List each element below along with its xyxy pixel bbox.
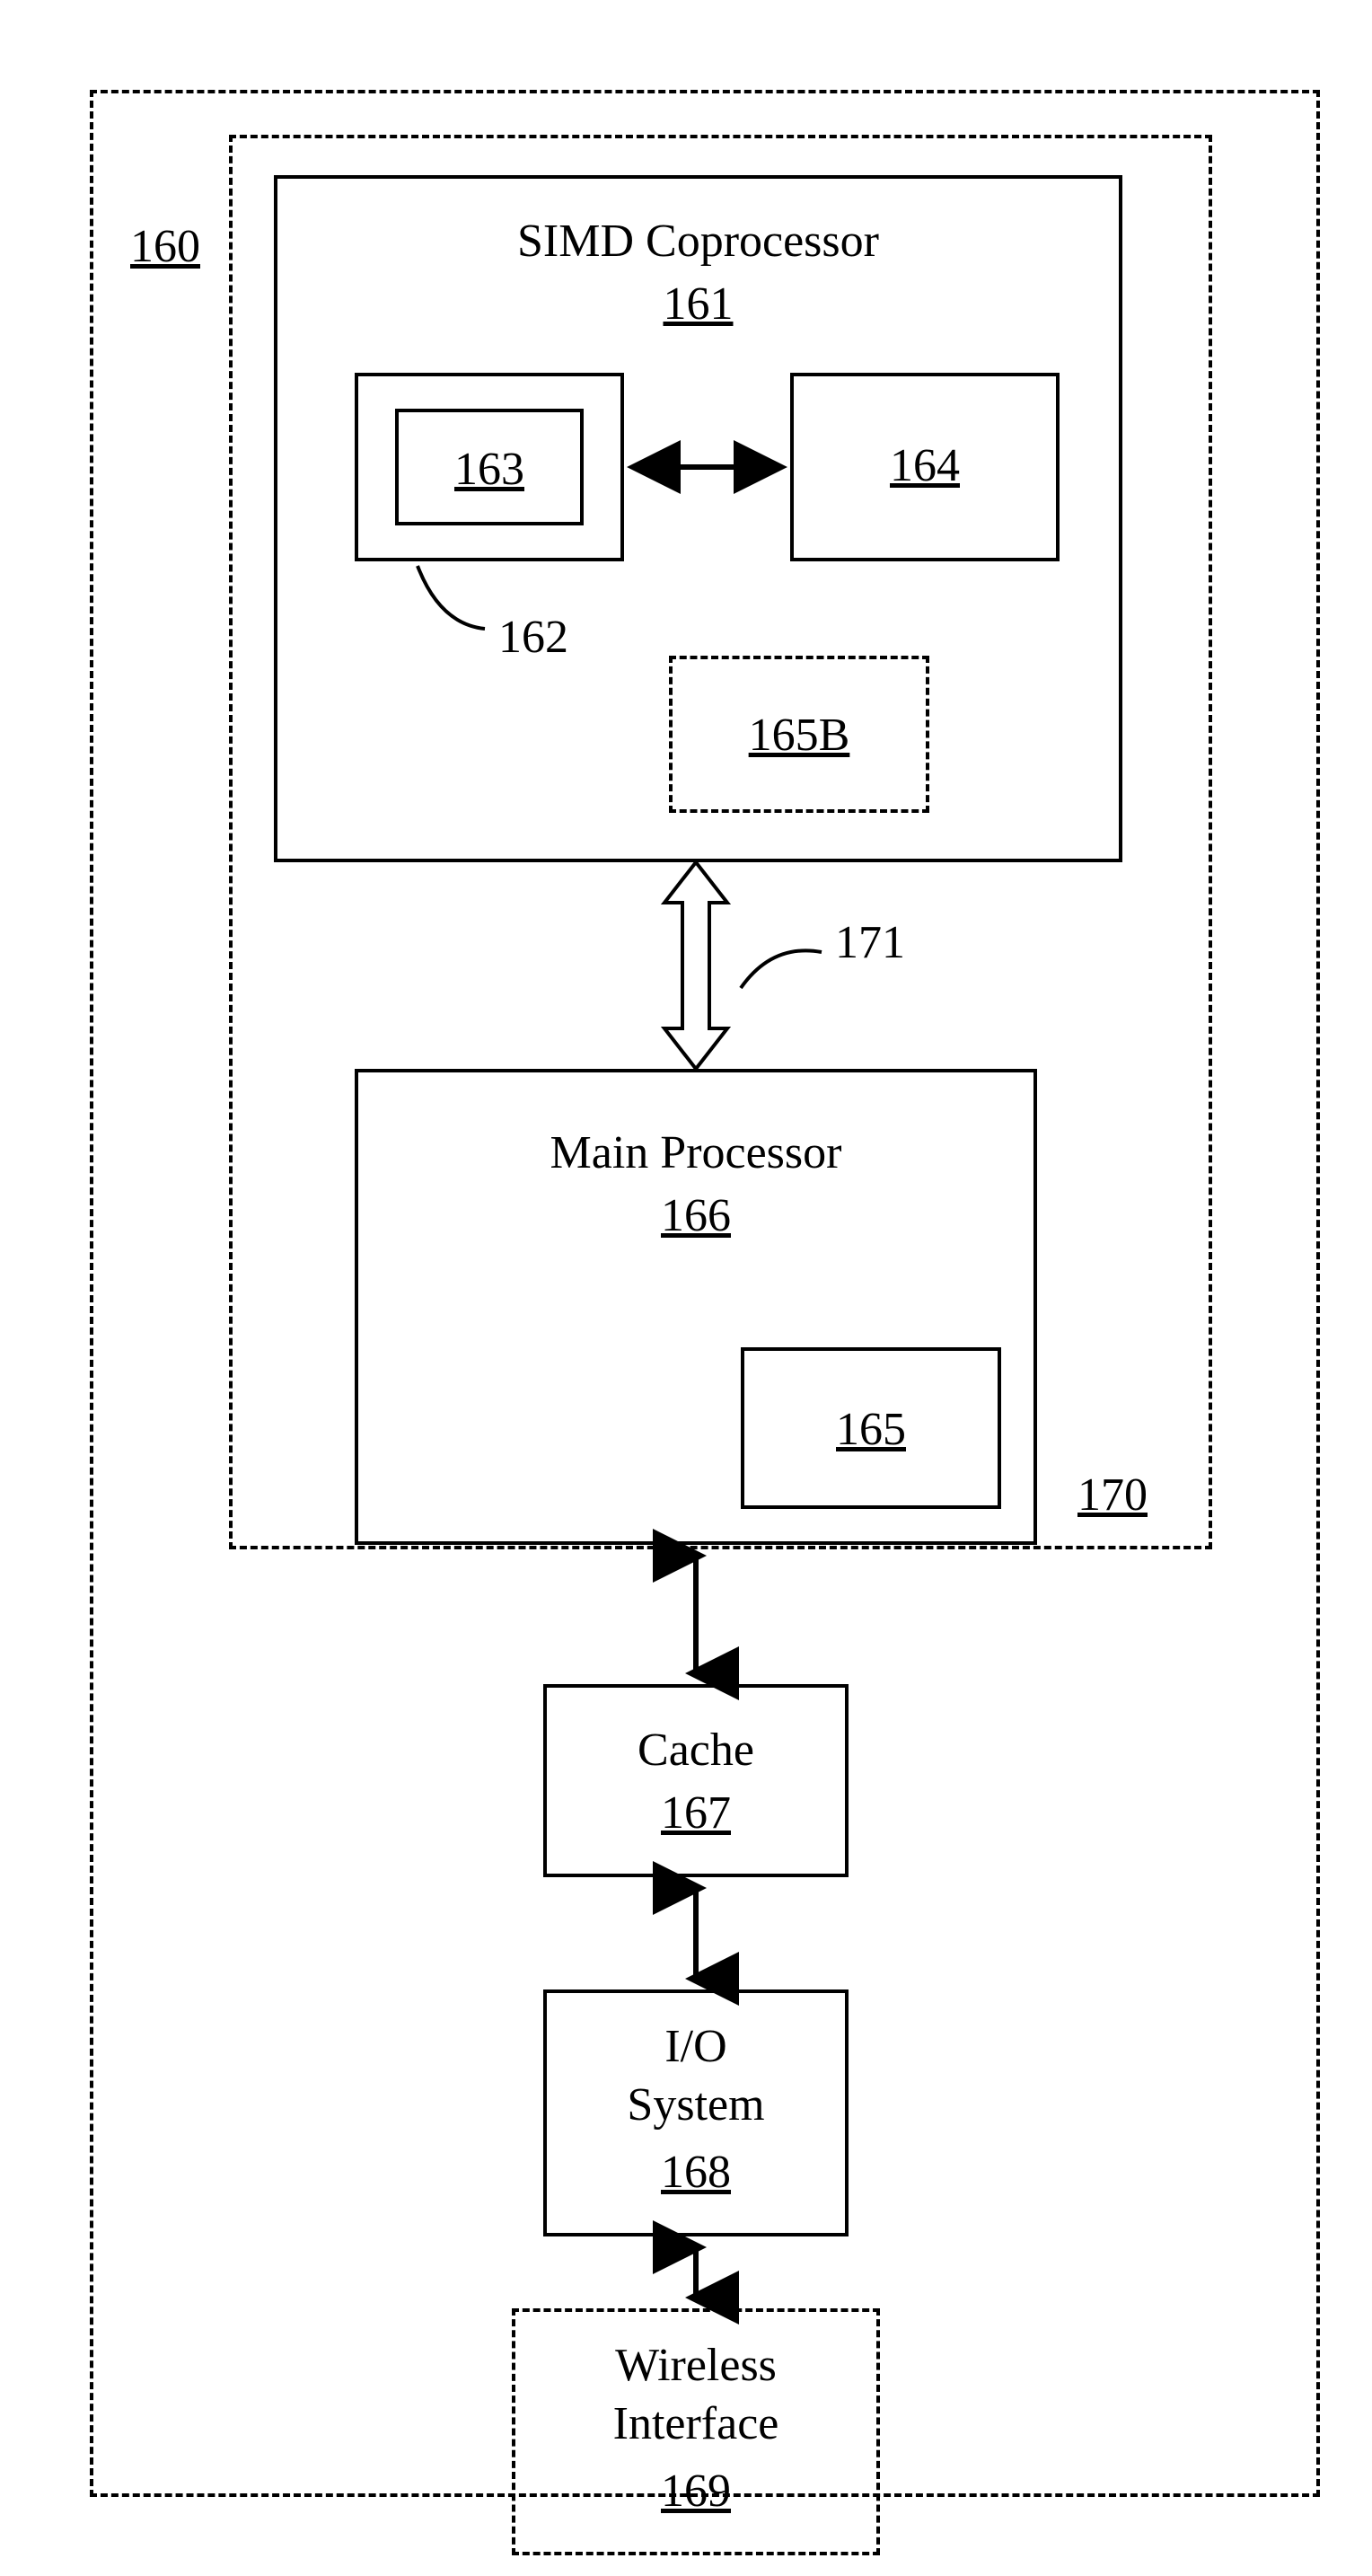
wireless-interface-box: Wireless Interface 169 [512, 2308, 880, 2555]
io-system-ref: 168 [661, 2147, 731, 2198]
instruction-set-ref: 163 [454, 444, 524, 495]
instruction-set-box: 163 [395, 409, 584, 525]
register-file-ref: 164 [890, 440, 960, 491]
wireless-interface-title2: Interface [613, 2398, 779, 2449]
decoder-box: 165 [741, 1347, 1001, 1509]
arrow-exec-regfile [624, 445, 790, 490]
wireless-interface-ref: 169 [661, 2466, 731, 2517]
main-processor-title: Main Processor [550, 1127, 842, 1178]
optional-decoder-box: 165B [669, 656, 929, 813]
cache-box: Cache 167 [543, 1684, 849, 1877]
arrow-io-wireless [673, 2236, 718, 2308]
simd-title: SIMD Coprocessor [277, 215, 1119, 268]
io-system-title1: I/O [664, 2021, 726, 2072]
simd-ref: 161 [277, 278, 1119, 331]
execution-unit-ref: 162 [498, 611, 568, 664]
main-processor-ref: 166 [661, 1190, 731, 1241]
cache-title: Cache [638, 1725, 754, 1776]
coprocessor-bus-arrow [655, 862, 736, 1069]
arrow-main-cache [673, 1545, 718, 1684]
io-system-box: I/O System 168 [543, 1989, 849, 2236]
callout-leader-171 [736, 939, 835, 1010]
optional-decoder-ref: 165B [749, 710, 850, 761]
wireless-interface-title1: Wireless [615, 2340, 777, 2391]
diagram-canvas: 160 170 SIMD Coprocessor 161 163 162 164 [0, 0, 1372, 2576]
register-file-box: 164 [790, 373, 1060, 561]
io-system-title2: System [627, 2079, 764, 2130]
decoder-ref: 165 [836, 1404, 906, 1455]
arrow-cache-io [673, 1877, 718, 1989]
cache-ref: 167 [661, 1787, 731, 1839]
outer-system-ref: 160 [130, 220, 200, 273]
processing-core-ref: 170 [1077, 1469, 1148, 1522]
coprocessor-bus-ref: 171 [835, 916, 905, 969]
